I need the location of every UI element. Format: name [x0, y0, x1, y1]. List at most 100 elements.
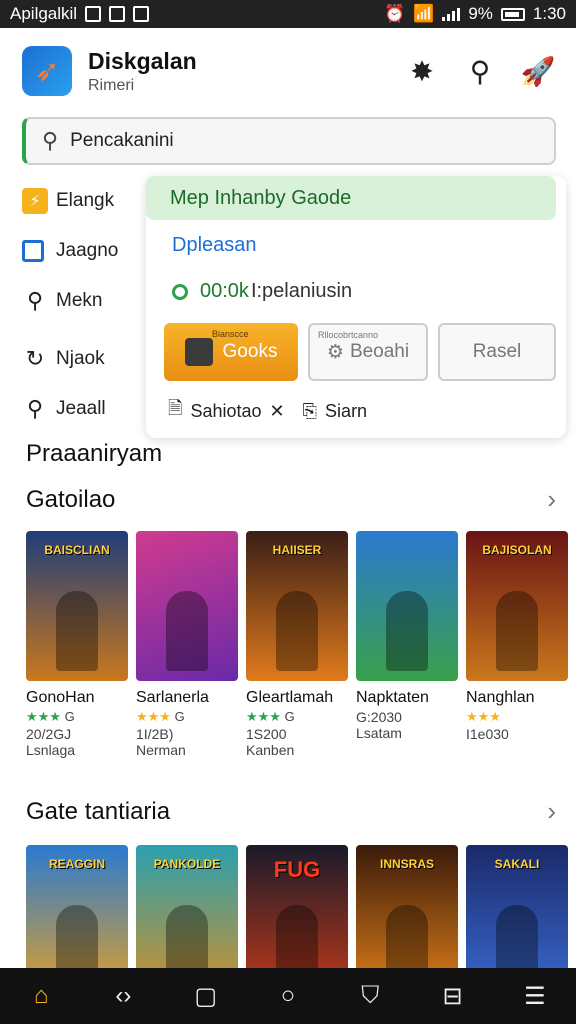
card-row-1: BAISCLIAN GonoHan ★★★ G 20/2GJ Lsnlaga S… [26, 531, 568, 758]
card-meta: 1S200 [246, 726, 287, 742]
notification-icon [85, 6, 102, 22]
status-left-text: Apilgalkil [10, 4, 78, 23]
game-cover [356, 531, 458, 681]
cover-title: INNSRAS [379, 857, 434, 871]
card-meta: 1I/2B) [136, 726, 174, 742]
side-item-1[interactable]: Jaagno [22, 226, 146, 276]
footer-right-label[interactable]: Siarn [325, 401, 367, 422]
game-card[interactable]: HAIISER Gleartlamah ★★★ G 1S200 Kanben [246, 531, 348, 758]
close-icon[interactable]: ✕ [270, 401, 285, 422]
card-name: Gleartlamah [246, 689, 334, 706]
card-name: Sarlanerla [136, 689, 209, 706]
side-item-label: Njaok [56, 348, 105, 369]
section-header-2[interactable]: Gate tantiaria › [26, 796, 556, 827]
refresh-icon: ↻ [25, 346, 45, 371]
side-item-label: Jaagno [56, 240, 119, 261]
search-text: Pencakanini [70, 130, 174, 151]
cover-title: HAIISER [272, 543, 322, 557]
game-cover: HAIISER [246, 531, 348, 681]
rating-badge: G [64, 709, 75, 724]
gear-icon: ⚙ [326, 341, 344, 363]
card-meta: Nerman [136, 742, 186, 758]
primary-button-label: Gooks [222, 341, 278, 362]
popup-subtitle[interactable]: Dpleasan [172, 234, 257, 257]
rating-badge: G [174, 709, 185, 724]
home-icon[interactable]: ⌂ [24, 979, 58, 1013]
card-name: Napktaten [356, 689, 429, 706]
app-subtitle: Rimeri [88, 76, 135, 94]
cover-title: BAJISOLAN [482, 543, 552, 557]
card-rating: ★★★ [466, 709, 568, 725]
stars: ★★★ [136, 709, 171, 724]
side-item-label: Jeaall [56, 398, 106, 419]
character-figure [386, 591, 428, 671]
clock: 1:30 [532, 4, 566, 23]
circle-icon[interactable]: ○ [271, 979, 305, 1013]
side-item-0[interactable]: ⚡ Elangk [22, 176, 146, 226]
primary-button[interactable]: Bianscce Gooks [164, 323, 298, 381]
stars: ★★★ [246, 709, 281, 724]
character-figure [496, 591, 538, 671]
lightning-icon: ⚡ [22, 188, 48, 214]
cover-title: FUG [273, 857, 321, 882]
card-meta: Lsatam [356, 725, 402, 741]
square-icon [22, 240, 44, 262]
secondary-button[interactable]: Rllocobrtcanno ⚙ Beoahi [308, 323, 428, 381]
battery-icon [500, 7, 525, 21]
shield-icon[interactable]: ⛉ [353, 979, 387, 1013]
side-item-2[interactable]: ⚲ Mekn [22, 276, 146, 326]
search-icon: ⚲ [26, 288, 44, 313]
menu-icon[interactable]: ☰ [518, 979, 552, 1013]
side-item-3[interactable]: ↻ Njaok [22, 334, 146, 384]
badge-icon[interactable]: ✸ [406, 55, 438, 87]
game-cover: BAJISOLAN [466, 531, 568, 681]
battery-percent: 9% [468, 4, 493, 23]
side-item-label: Mekn [56, 290, 103, 311]
primary-button-caption: Bianscce [212, 329, 249, 339]
app-header: ➶ Diskgalan Rimeri ✸ ⚲ 🚀 [0, 28, 576, 114]
secondary-button-caption: Rllocobrtcanno [318, 330, 379, 340]
side-menu: ⚡ Elangk Jaagno ⚲ Mekn ↻ Njaok ⚲ Jeaall [22, 176, 146, 434]
card-meta: 20/2GJ [26, 726, 72, 742]
wifi-icon: 📶 [413, 4, 435, 23]
notification-icon [133, 6, 150, 22]
search-icon[interactable]: ⚲ [464, 55, 496, 87]
app-logo: ➶ [22, 46, 72, 96]
game-icon [184, 338, 213, 366]
rocket-icon[interactable]: 🚀 [521, 55, 556, 87]
reset-button[interactable]: Rasel [438, 323, 556, 381]
section-title: Gate tantiaria [26, 797, 171, 825]
cover-title: REAGGIN [48, 857, 105, 871]
chevron-right-icon[interactable]: › [547, 796, 556, 827]
secondary-button-label: Beoahi [349, 341, 410, 362]
character-figure [166, 591, 208, 671]
game-card[interactable]: BAISCLIAN GonoHan ★★★ G 20/2GJ Lsnlaga [26, 531, 128, 758]
rating-badge: G [284, 709, 295, 724]
game-card[interactable]: Sarlanerla ★★★ G 1I/2B) Nerman [136, 531, 238, 758]
game-cover: BAISCLIAN [26, 531, 128, 681]
book-icon[interactable]: ⊟ [436, 979, 470, 1013]
character-figure [56, 591, 98, 671]
status-bar: Apilgalkil ⏰ 📶 9% 1:30 [0, 0, 576, 28]
back-icon[interactable]: ‹› [106, 979, 140, 1013]
card-name: GonoHan [26, 689, 95, 706]
cover-title: SAKALI [494, 857, 540, 871]
chevron-right-icon[interactable]: › [547, 484, 556, 515]
game-card[interactable]: BAJISOLAN Nanghlan ★★★ I1e030 [466, 531, 568, 758]
search-icon: ⚲ [42, 128, 59, 153]
game-card[interactable]: Napktaten G:2030 Lsatam [356, 531, 458, 758]
reset-button-label: Rasel [472, 341, 522, 362]
section-label: Praaaniryam [26, 440, 163, 467]
signal-icon [442, 7, 461, 21]
status-value: 00:0k [200, 280, 249, 302]
popup-header[interactable]: Mep Inhanby Gaode [146, 176, 556, 220]
footer-left-label[interactable]: Sahiotao [190, 401, 261, 422]
section-title: Gatoilao [26, 485, 116, 513]
search-icon: ⚲ [26, 396, 44, 421]
app-icon[interactable]: ▢ [189, 979, 223, 1013]
section-header-1[interactable]: Gatoilao › [26, 484, 556, 515]
stars: ★★★ [26, 709, 61, 724]
game-cover [136, 531, 238, 681]
search-input[interactable]: ⚲ Pencakanini [22, 117, 556, 165]
side-item-4[interactable]: ⚲ Jeaall [22, 384, 146, 434]
